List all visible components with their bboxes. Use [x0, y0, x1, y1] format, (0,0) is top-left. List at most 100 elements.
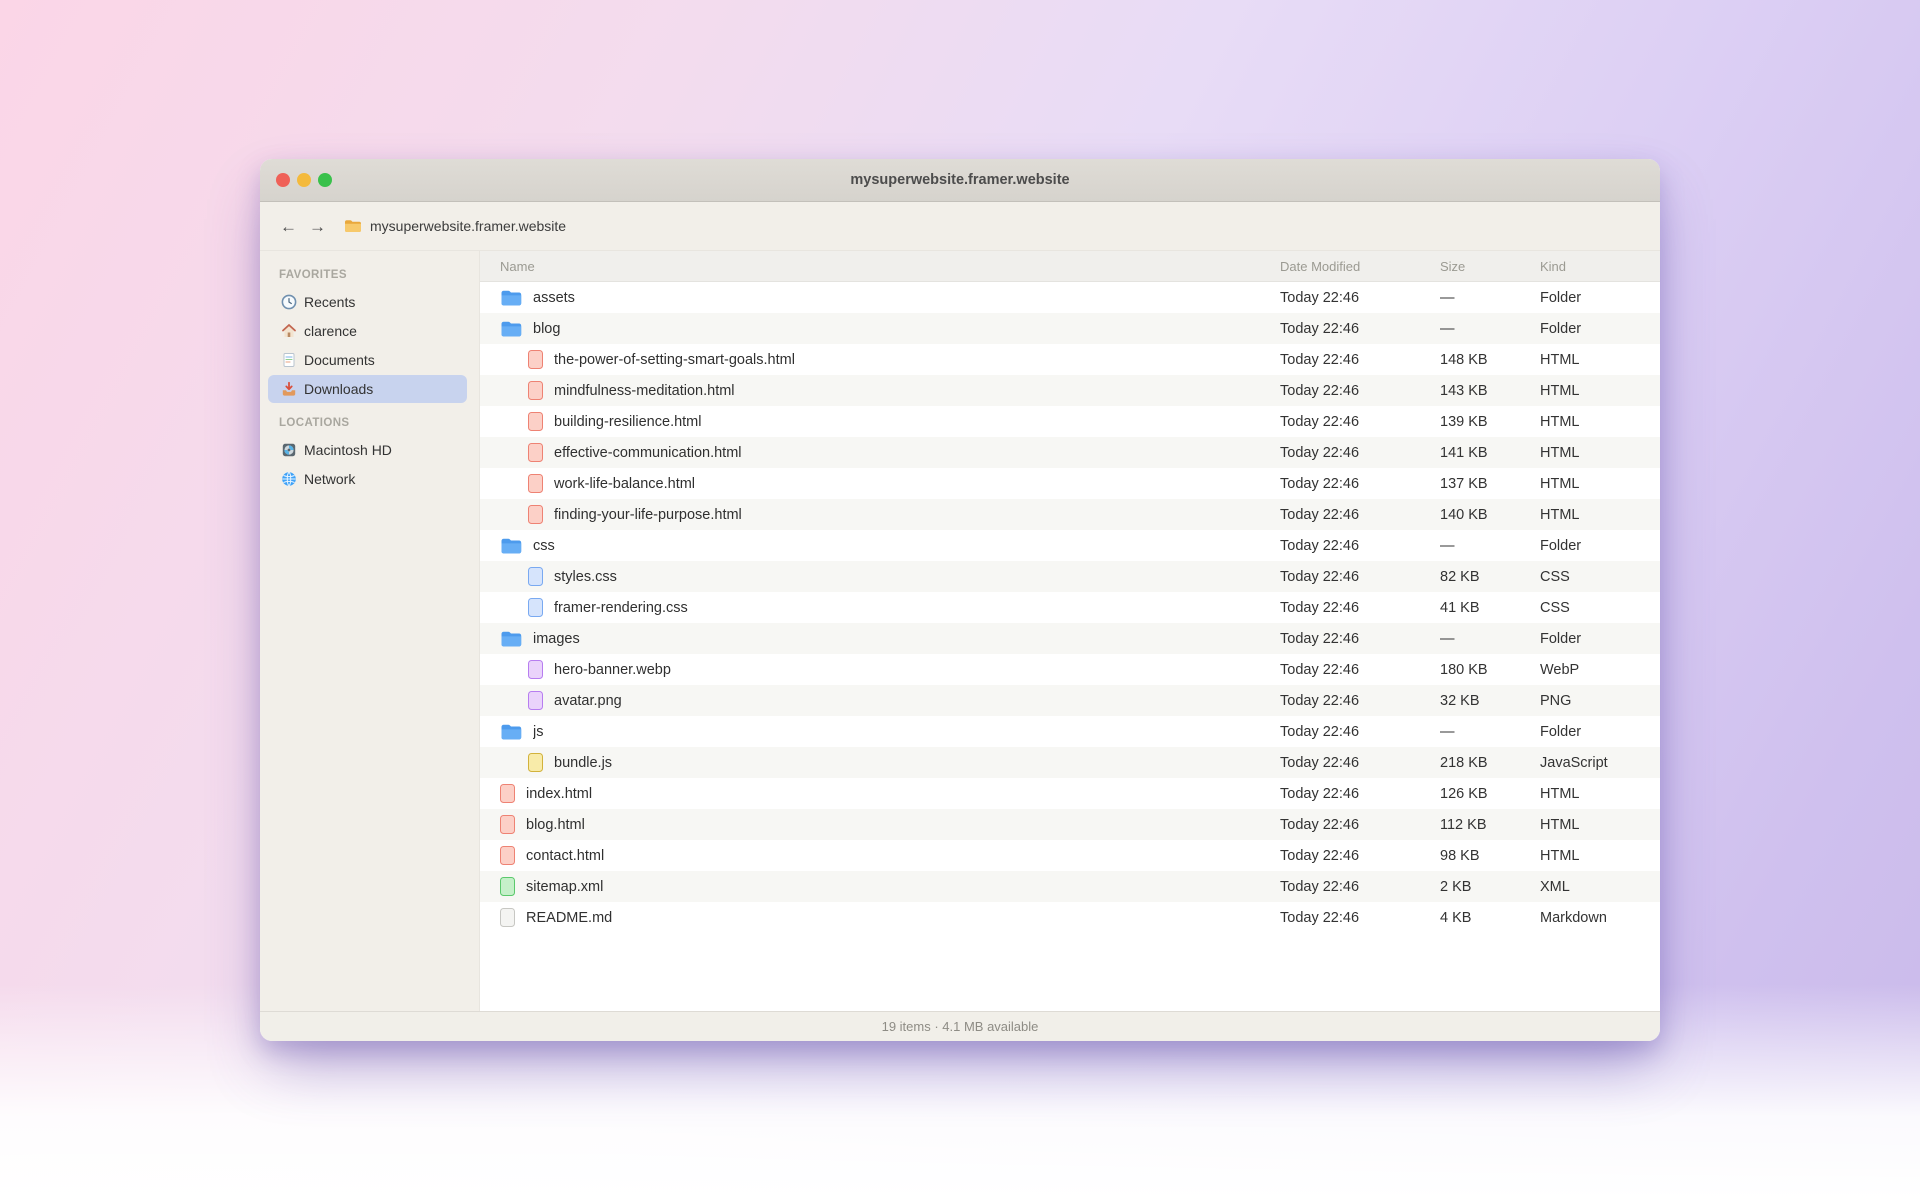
downloads-tray-icon [280, 381, 297, 398]
table-row[interactable]: work-life-balance.htmlToday 22:46137 KBH… [480, 468, 1660, 499]
table-row[interactable]: assetsToday 22:46—Folder [480, 282, 1660, 313]
file-list: NameDate ModifiedSizeKind assetsToday 22… [480, 251, 1660, 1011]
kind-cell: HTML [1540, 476, 1660, 492]
finder-window: mysuperwebsite.framer.website ← → mysupe… [260, 159, 1660, 1041]
table-row[interactable]: styles.cssToday 22:4682 KBCSS [480, 561, 1660, 592]
file-name: css [533, 538, 555, 554]
folder-yellow-icon [344, 219, 362, 233]
column-header-name[interactable]: Name [500, 259, 1280, 274]
close-icon[interactable] [276, 173, 290, 187]
sidebar-item-label: Macintosh HD [304, 442, 392, 458]
table-row[interactable]: imagesToday 22:46—Folder [480, 623, 1660, 654]
file-name: images [533, 631, 580, 647]
file-name-cell: js [500, 723, 1280, 741]
size-cell: 112 KB [1440, 817, 1540, 833]
file-name: the-power-of-setting-smart-goals.html [554, 352, 795, 368]
size-cell: — [1440, 724, 1540, 740]
sidebar: FAVORITESRecentsclarenceDocumentsDownloa… [260, 251, 480, 1011]
list-rows: assetsToday 22:46—FolderblogToday 22:46—… [480, 282, 1660, 1011]
path-toolbar: ← → mysuperwebsite.framer.website [260, 202, 1660, 251]
kind-cell: CSS [1540, 600, 1660, 616]
table-row[interactable]: blog.htmlToday 22:46112 KBHTML [480, 809, 1660, 840]
file-name: finding-your-life-purpose.html [554, 507, 742, 523]
file-name: js [533, 724, 543, 740]
kind-cell: PNG [1540, 693, 1660, 709]
sidebar-item-downloads[interactable]: Downloads [268, 375, 467, 403]
table-row[interactable]: effective-communication.htmlToday 22:461… [480, 437, 1660, 468]
sidebar-item-clarence[interactable]: clarence [268, 317, 467, 345]
html-file-icon [528, 443, 543, 462]
size-cell: 82 KB [1440, 569, 1540, 585]
table-row[interactable]: js Today 22:46—Folder [480, 716, 1660, 747]
hard-disk-icon [280, 442, 297, 459]
kind-cell: Folder [1540, 724, 1660, 740]
table-row[interactable]: contact.htmlToday 22:4698 KBHTML [480, 840, 1660, 871]
status-text: 19 items · 4.1 MB available [882, 1019, 1039, 1034]
html-file-icon [528, 412, 543, 431]
kind-cell: HTML [1540, 817, 1660, 833]
table-row[interactable]: hero-banner.webpToday 22:46180 KBWebP [480, 654, 1660, 685]
table-row[interactable]: building-resilience.htmlToday 22:46139 K… [480, 406, 1660, 437]
table-row[interactable]: sitemap.xmlToday 22:462 KBXML [480, 871, 1660, 902]
size-cell: 98 KB [1440, 848, 1540, 864]
minimize-icon[interactable] [297, 173, 311, 187]
sidebar-item-label: Documents [304, 352, 375, 368]
html-file-icon [500, 815, 515, 834]
kind-cell: Folder [1540, 290, 1660, 306]
table-row[interactable]: index.htmlToday 22:46126 KBHTML [480, 778, 1660, 809]
sidebar-item-documents[interactable]: Documents [268, 346, 467, 374]
file-name-cell: effective-communication.html [500, 443, 1280, 462]
kind-cell: Folder [1540, 631, 1660, 647]
date-modified-cell: Today 22:46 [1280, 600, 1440, 616]
date-modified-cell: Today 22:46 [1280, 476, 1440, 492]
size-cell: 41 KB [1440, 600, 1540, 616]
date-modified-cell: Today 22:46 [1280, 724, 1440, 740]
desktop-background: mysuperwebsite.framer.website ← → mysupe… [0, 0, 1920, 1200]
size-cell: — [1440, 290, 1540, 306]
forward-arrow-icon[interactable]: → [309, 218, 326, 235]
table-row[interactable]: cssToday 22:46—Folder [480, 530, 1660, 561]
file-name-cell: contact.html [500, 846, 1280, 865]
column-header-kind[interactable]: Kind [1540, 259, 1660, 274]
window-controls [276, 159, 332, 201]
size-cell: 143 KB [1440, 383, 1540, 399]
date-modified-cell: Today 22:46 [1280, 786, 1440, 802]
table-row[interactable]: the-power-of-setting-smart-goals.htmlTod… [480, 344, 1660, 375]
size-cell: 180 KB [1440, 662, 1540, 678]
kind-cell: HTML [1540, 507, 1660, 523]
file-name-cell: css [500, 537, 1280, 555]
date-modified-cell: Today 22:46 [1280, 693, 1440, 709]
kind-cell: HTML [1540, 445, 1660, 461]
table-row[interactable]: avatar.pngToday 22:4632 KBPNG [480, 685, 1660, 716]
file-name-cell: bundle.js [500, 753, 1280, 772]
folder-icon [500, 320, 522, 338]
file-name: index.html [526, 786, 592, 802]
html-file-icon [500, 784, 515, 803]
file-name: framer-rendering.css [554, 600, 688, 616]
back-arrow-icon[interactable]: ← [280, 218, 297, 235]
column-header-size[interactable]: Size [1440, 259, 1540, 274]
sidebar-item-recents[interactable]: Recents [268, 288, 467, 316]
date-modified-cell: Today 22:46 [1280, 879, 1440, 895]
column-header-date-modified[interactable]: Date Modified [1280, 259, 1440, 274]
html-file-icon [500, 846, 515, 865]
table-row[interactable]: finding-your-life-purpose.htmlToday 22:4… [480, 499, 1660, 530]
img-file-icon [528, 660, 543, 679]
file-name: work-life-balance.html [554, 476, 695, 492]
file-name: styles.css [554, 569, 617, 585]
title-bar[interactable]: mysuperwebsite.framer.website [260, 159, 1660, 202]
breadcrumb[interactable]: mysuperwebsite.framer.website [370, 218, 566, 234]
table-row[interactable]: README.mdToday 22:464 KBMarkdown [480, 902, 1660, 933]
date-modified-cell: Today 22:46 [1280, 569, 1440, 585]
globe-icon [280, 471, 297, 488]
file-name: hero-banner.webp [554, 662, 671, 678]
table-row[interactable]: bundle.jsToday 22:46218 KBJavaScript [480, 747, 1660, 778]
sidebar-item-network[interactable]: Network [268, 465, 467, 493]
sidebar-item-macintosh-hd[interactable]: Macintosh HD [268, 436, 467, 464]
table-row[interactable]: blogToday 22:46—Folder [480, 313, 1660, 344]
file-name-cell: building-resilience.html [500, 412, 1280, 431]
table-row[interactable]: framer-rendering.css Today 22:4641 KBCSS [480, 592, 1660, 623]
date-modified-cell: Today 22:46 [1280, 538, 1440, 554]
zoom-icon[interactable] [318, 173, 332, 187]
table-row[interactable]: mindfulness-meditation.htmlToday 22:4614… [480, 375, 1660, 406]
